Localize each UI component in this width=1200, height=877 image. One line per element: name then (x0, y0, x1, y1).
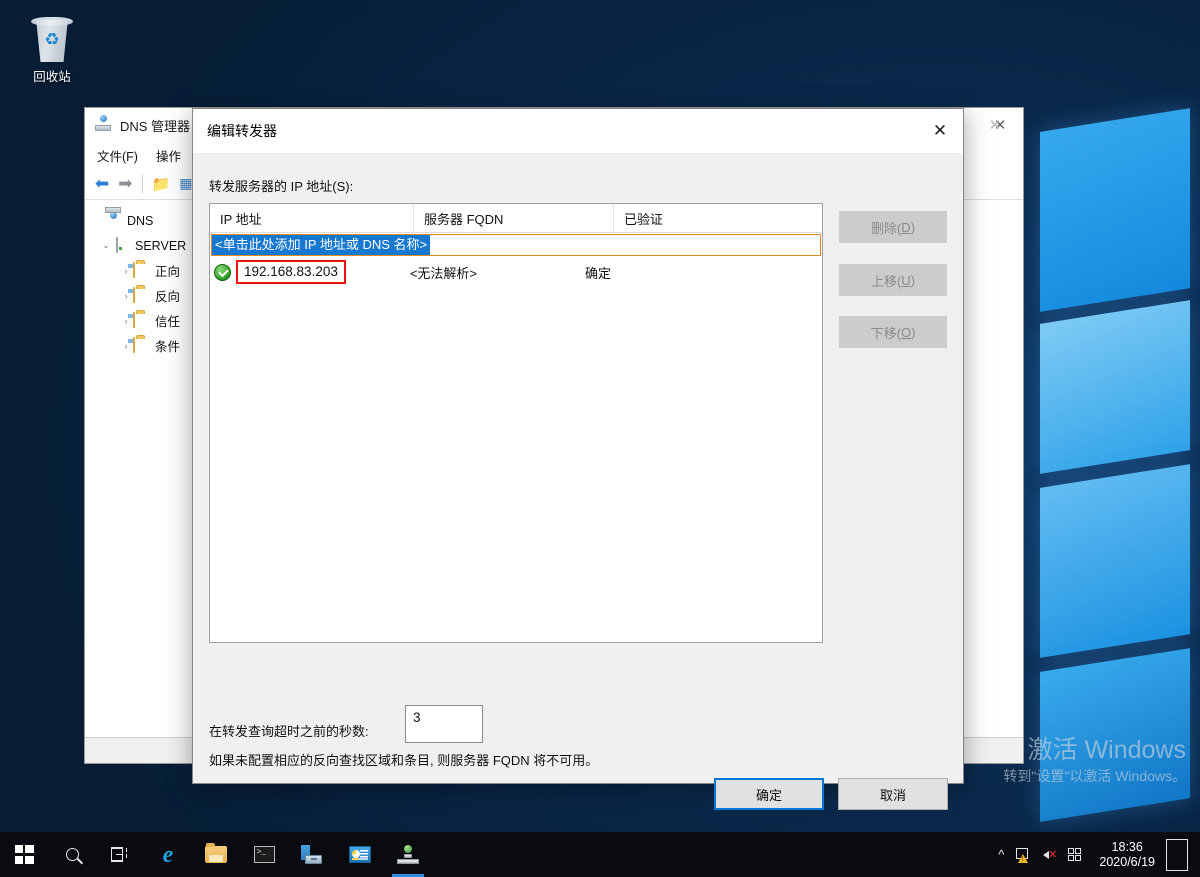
folder-icon (133, 286, 150, 304)
server-manager-button[interactable] (288, 832, 336, 877)
menu-item-file[interactable]: 文件(F) (97, 146, 138, 165)
wallpaper-pane (1040, 648, 1190, 822)
search-icon (62, 845, 82, 864)
dialog-titlebar[interactable]: 编辑转发器 ✕ (193, 109, 963, 153)
move-up-button-label: 上移( (870, 273, 902, 289)
dns-server-icon (95, 115, 113, 134)
column-header-server-fqdn[interactable]: 服务器 FQDN (414, 204, 614, 232)
back-arrow-icon[interactable]: ⬅ (95, 174, 109, 194)
volume-muted-icon[interactable]: ✕ (1042, 848, 1057, 862)
start-button[interactable] (0, 832, 48, 877)
desktop-icon-recycle-bin[interactable]: ♻ 回收站 (14, 10, 90, 85)
file-explorer-button[interactable] (192, 832, 240, 877)
background-window-close-button[interactable]: ✕ (975, 108, 1015, 142)
cell-server-fqdn: <无法解析> (409, 265, 478, 281)
folder-icon (205, 843, 227, 863)
close-icon[interactable]: ✕ (917, 109, 963, 153)
tree-item-label: 正向 (155, 265, 181, 279)
timeout-input[interactable]: 3 (405, 705, 483, 743)
column-header-validated[interactable]: 已验证 (614, 204, 822, 232)
recycle-bin-icon: ♻ (26, 14, 78, 66)
clock-date: 2020/6/19 (1099, 854, 1155, 869)
dns-root-icon (105, 206, 122, 229)
tree-item-label: DNS (127, 213, 154, 228)
move-up-button-suffix: ) (910, 272, 916, 288)
validated-check-icon (214, 263, 231, 281)
dialog-title: 编辑转发器 (207, 123, 277, 139)
dns-manager-icon (397, 845, 419, 864)
recycle-bin-label: 回收站 (33, 70, 71, 84)
tree-item-label: 反向 (155, 290, 181, 304)
move-down-button-label: 下移( (870, 325, 901, 341)
dns-manager-title: DNS 管理器 (120, 118, 191, 134)
task-view-icon (110, 847, 130, 862)
ip-address-highlight-box: 192.168.83.203 (236, 260, 346, 284)
delete-button-accel: D (901, 219, 911, 235)
clock-time: 18:36 (1111, 839, 1143, 854)
delete-button[interactable]: 删除(D) (839, 211, 947, 243)
delete-button-suffix: ) (910, 219, 916, 235)
dialog-content: 转发服务器的 IP 地址(S): IP 地址 服务器 FQDN 已验证 <单击此… (193, 153, 963, 810)
tree-expander[interactable]: ⌄ (99, 240, 113, 251)
move-down-button[interactable]: 下移(O) (839, 316, 947, 348)
up-folder-icon[interactable]: 📁 (152, 175, 171, 193)
move-up-button-accel: U (901, 272, 911, 288)
properties-icon[interactable]: ▦ (179, 175, 192, 192)
tree-item-label: 信任 (155, 315, 181, 329)
task-view-button[interactable] (96, 832, 144, 877)
show-desktop-button[interactable] (1166, 838, 1188, 871)
folder-icon (133, 336, 150, 354)
event-viewer-icon (349, 846, 371, 863)
timeout-label: 在转发查询超时之前的秒数: (209, 724, 369, 739)
move-up-button[interactable]: 上移(U) (839, 264, 947, 296)
add-forwarder-placeholder: <单击此处添加 IP 地址或 DNS 名称> (212, 235, 431, 255)
wallpaper-pane (1040, 108, 1190, 312)
move-down-button-accel: O (900, 324, 912, 340)
wallpaper-pane (1040, 464, 1190, 658)
internet-explorer-icon: e (162, 841, 174, 868)
command-prompt-icon (253, 846, 275, 863)
taskbar[interactable]: e ^ ✕ 18:36 2020/6/19 (0, 832, 1200, 877)
move-down-button-suffix: ) (911, 324, 916, 340)
wallpaper-pane (1040, 300, 1190, 474)
taskbar-clock[interactable]: 18:36 2020/6/19 (1093, 840, 1155, 870)
table-row[interactable]: 192.168.83.203 <无法解析> 确定 (210, 258, 822, 286)
cell-ip-address: 192.168.83.203 (244, 264, 338, 279)
ok-button[interactable]: 确定 (714, 778, 824, 810)
dns-manager-button[interactable] (384, 832, 432, 877)
input-method-icon[interactable] (1068, 848, 1082, 861)
network-warning-icon[interactable] (1015, 847, 1031, 863)
forwarders-list-view[interactable]: IP 地址 服务器 FQDN 已验证 <单击此处添加 IP 地址或 DNS 名称… (209, 203, 823, 643)
server-icon (113, 236, 130, 254)
event-viewer-button[interactable] (336, 832, 384, 877)
tree-item-label: 条件 (155, 340, 181, 354)
toolbar-separator (141, 174, 143, 193)
cell-validated: 确定 (585, 265, 612, 281)
server-manager-icon (301, 845, 323, 864)
forward-arrow-icon[interactable]: ➡ (118, 174, 132, 194)
search-button[interactable] (48, 832, 96, 877)
show-hidden-icons-button[interactable]: ^ (998, 847, 1004, 862)
command-prompt-button[interactable] (240, 832, 288, 877)
internet-explorer-button[interactable]: e (144, 832, 192, 877)
list-header[interactable]: IP 地址 服务器 FQDN 已验证 (210, 204, 822, 233)
folder-icon (133, 261, 150, 279)
delete-button-label: 删除( (870, 220, 902, 236)
cancel-button[interactable]: 取消 (838, 778, 948, 810)
windows-logo-icon (14, 845, 34, 864)
column-header-ip-address[interactable]: IP 地址 (210, 204, 414, 232)
folder-icon (133, 311, 150, 329)
fqdn-note-text: 如果未配置相应的反向查找区域和条目, 则服务器 FQDN 将不可用。 (209, 753, 599, 768)
add-forwarder-row[interactable]: <单击此处添加 IP 地址或 DNS 名称> (211, 234, 821, 256)
edit-forwarders-dialog[interactable]: 编辑转发器 ✕ 转发服务器的 IP 地址(S): IP 地址 服务器 FQDN … (192, 108, 964, 810)
tree-item-label: SERVER (135, 238, 187, 253)
menu-item-action[interactable]: 操作 (156, 146, 181, 165)
system-tray[interactable]: ^ ✕ 18:36 2020/6/19 (998, 832, 1200, 877)
forwarders-list-label: 转发服务器的 IP 地址(S): (209, 179, 354, 194)
